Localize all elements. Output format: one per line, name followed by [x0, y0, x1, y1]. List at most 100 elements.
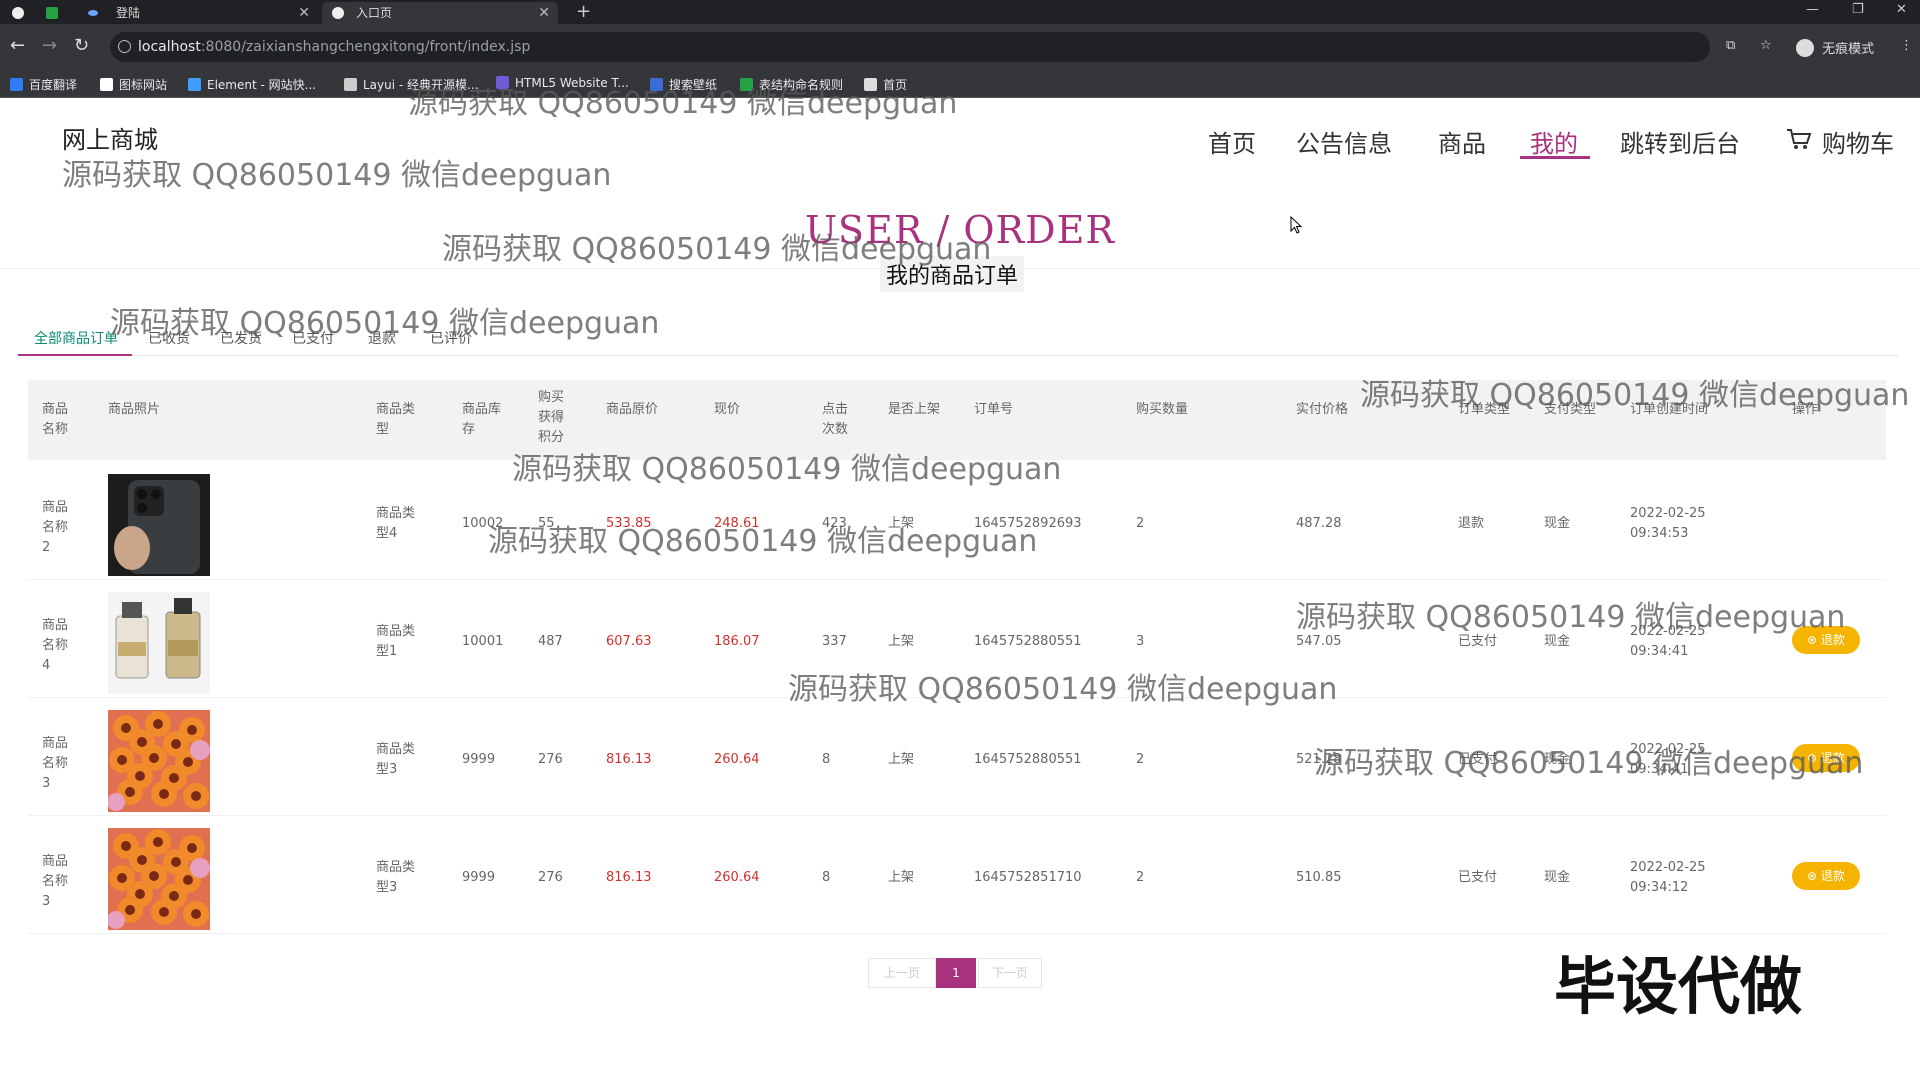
product-photo [108, 592, 210, 694]
tab-login[interactable]: 登陆 ✕ [78, 2, 318, 24]
incognito-indicator[interactable]: 无痕模式 [1796, 38, 1874, 57]
refund-label: 退款 [1820, 869, 1845, 883]
close-window-icon[interactable]: ✕ [1896, 0, 1907, 20]
bookmark-item[interactable]: 百度翻译 [10, 76, 77, 93]
watermark: 源码获取 QQ86050149 微信deepguan [512, 452, 1062, 487]
shelf-status: 上架 [888, 634, 915, 649]
forward-icon[interactable]: → [42, 36, 57, 56]
product-points: 487 [538, 634, 563, 649]
click-count: 8 [822, 752, 831, 767]
product-type: 商品类型3 [376, 742, 416, 777]
translate-icon[interactable]: ⧉ [1726, 38, 1735, 53]
product-stock: 10001 [462, 634, 504, 649]
cart-icon[interactable] [1786, 128, 1812, 150]
bookmark-icon [344, 78, 357, 91]
bookmark-icon [100, 78, 113, 91]
product-type: 商品类型3 [376, 860, 416, 895]
bookmark-star-icon[interactable]: ☆ [1760, 38, 1772, 53]
current-price: 260.64 [714, 870, 760, 885]
close-icon[interactable]: ✕ [298, 2, 310, 24]
tab-entry-page[interactable]: 入口页 ✕ [322, 2, 558, 24]
browser-tab-bar: 登陆 ✕ 入口页 ✕ + — ❐ ✕ [0, 0, 1920, 24]
order-created-time: 2022-02-25 09:34:12 [1630, 858, 1740, 898]
product-type: 商品类型1 [376, 624, 416, 659]
refund-icon: ⊛ [1807, 869, 1821, 883]
current-price: 260.64 [714, 752, 760, 767]
table-row: 商品名称3 商品类型3 9999 276 816.13 260.64 8 上架 16457528… [28, 816, 1886, 934]
back-icon[interactable]: ← [10, 36, 25, 56]
order-number: 1645752880551 [974, 634, 1082, 649]
next-page-button[interactable]: 下一页 [978, 958, 1042, 988]
nav-admin[interactable]: 跳转到后台 [1620, 124, 1740, 159]
bookmark-item[interactable]: 图标网站 [100, 76, 167, 93]
product-name: 商品名称3 [42, 736, 69, 791]
product-name: 商品名称4 [42, 618, 69, 673]
order-time: 09:34:12 [1630, 880, 1689, 895]
column-header: 点击次数 [822, 402, 849, 437]
minimize-icon[interactable]: — [1806, 0, 1819, 20]
bookmark-item[interactable]: Element - 网站快... [188, 76, 316, 93]
tab-group-icon[interactable] [44, 2, 60, 24]
restore-icon[interactable]: ❐ [1852, 0, 1864, 20]
site-info-icon[interactable] [118, 40, 131, 53]
column-header: 商品名称 [42, 402, 69, 437]
product-photo [108, 710, 210, 812]
product-name: 商品名称2 [42, 500, 69, 555]
purchase-qty: 2 [1136, 516, 1145, 531]
tab-login-label: 登陆 [116, 6, 141, 20]
nav-cart[interactable]: 购物车 [1822, 124, 1894, 159]
order-date: 2022-02-25 [1630, 860, 1706, 875]
watermark: 源码获取 QQ86050149 微信deepguan [788, 672, 1338, 707]
nav-home[interactable]: 首页 [1208, 124, 1256, 159]
watermark: 源码获取 QQ86050149 微信deepguan [408, 86, 958, 121]
product-type: 商品类型4 [376, 506, 416, 541]
column-header: 是否上架 [888, 402, 941, 417]
watermark: 源码获取 QQ86050149 微信deepguan [62, 158, 612, 193]
tab-active-underline [18, 354, 132, 356]
original-price: 816.13 [606, 752, 652, 767]
column-header: 商品库存 [462, 402, 502, 437]
click-count: 8 [822, 870, 831, 885]
address-bar-area: ← → ↻ localhost:8080/zaixianshangchengxi… [0, 24, 1920, 70]
paid-price: 510.85 [1296, 870, 1342, 885]
order-number: 1645752880551 [974, 752, 1082, 767]
bookmarks-bar: 百度翻译 图标网站 Element - 网站快... Layui - 经典开源模...… [0, 70, 1920, 98]
close-icon[interactable]: ✕ [538, 2, 550, 24]
watermark: 源码获取 QQ86050149 微信deepguan [110, 306, 660, 341]
current-price: 186.07 [714, 634, 760, 649]
payment-type: 现金 [1544, 870, 1571, 885]
watermark: 源码获取 QQ86050149 微信deepguan [1360, 378, 1910, 413]
watermark: 源码获取 QQ86050149 微信deepguan [442, 232, 992, 267]
product-photo [108, 828, 210, 930]
order-time: 09:34:53 [1630, 526, 1689, 541]
purchase-qty: 2 [1136, 752, 1145, 767]
prev-page-button[interactable]: 上一页 [868, 958, 936, 988]
nav-notice[interactable]: 公告信息 [1296, 124, 1392, 159]
original-price: 816.13 [606, 870, 652, 885]
bookmark-icon [10, 78, 23, 91]
column-header: 订单号 [974, 402, 1014, 417]
product-name: 商品名称3 [42, 854, 69, 909]
reload-icon[interactable]: ↻ [74, 36, 89, 56]
url-input[interactable]: localhost:8080/zaixianshangchengxitong/f… [110, 32, 1710, 62]
shelf-status: 上架 [888, 752, 915, 767]
column-header: 商品类型 [376, 402, 416, 437]
incognito-label: 无痕模式 [1822, 42, 1875, 57]
url-host: localhost [138, 39, 201, 55]
nav-mine[interactable]: 我的 [1530, 124, 1578, 159]
browser-menu-icon[interactable] [8, 2, 28, 24]
order-number: 1645752851710 [974, 870, 1082, 885]
nav-products[interactable]: 商品 [1438, 124, 1486, 159]
new-tab-button[interactable]: + [576, 2, 591, 22]
watermark: 源码获取 QQ86050149 微信deepguan [488, 524, 1038, 559]
column-header: 购买获得积分 [538, 390, 565, 445]
refund-button[interactable]: ⊛ 退款 [1792, 862, 1860, 890]
tab-all-orders[interactable]: 全部商品订单 [34, 328, 118, 348]
browser-menu-icon[interactable]: ⋮ [1900, 38, 1913, 53]
original-price: 607.63 [606, 634, 652, 649]
order-type: 退款 [1458, 516, 1485, 531]
page-1-button[interactable]: 1 [936, 958, 976, 988]
order-created-time: 2022-02-25 09:34:53 [1630, 504, 1740, 544]
watermark: 源码获取 QQ86050149 微信deepguan [1314, 746, 1864, 781]
product-stock: 9999 [462, 870, 496, 885]
